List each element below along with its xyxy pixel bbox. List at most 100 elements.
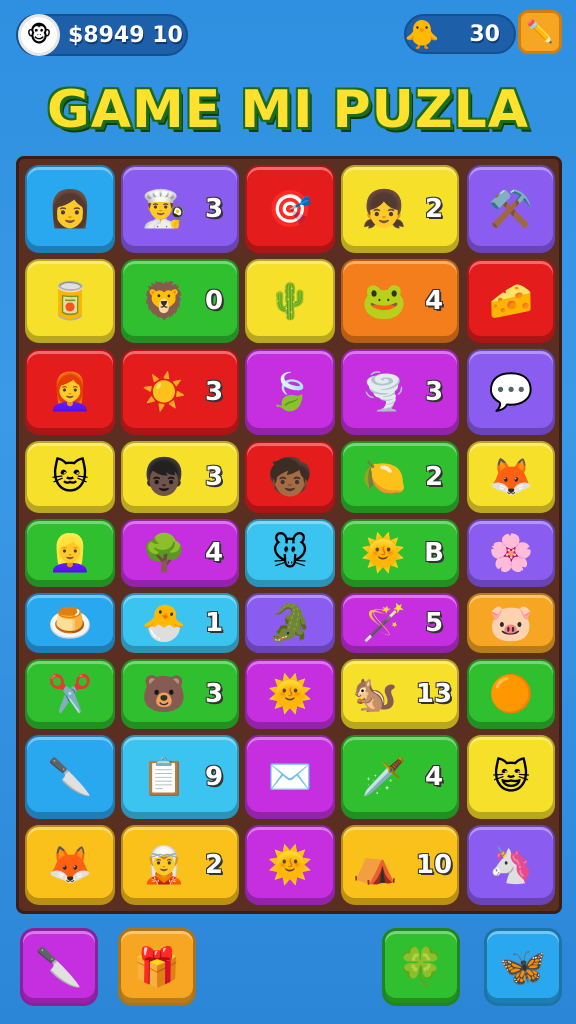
tile-count: 3 [204,679,224,709]
chef-icon: 👨‍🍳 [141,189,187,230]
girl-icon: 👧 [361,189,407,230]
tile-r3-c5[interactable]: 💬 [467,349,555,435]
tile-r8-c2[interactable]: 📋 9 [121,735,239,819]
orange-monster-icon: 🦁 [141,281,187,322]
tile-r9-c5[interactable]: 🦄 [467,825,555,905]
tile-r9-c1[interactable]: 🦊 [25,825,115,905]
arrow-target-icon: 🎯 [267,189,313,230]
coin-counter[interactable]: 🐵 $8949 10 [16,14,188,56]
leaf-icon: 🍃 [267,372,313,413]
tile-r4-c4[interactable]: 🍋 2 [341,441,459,513]
tile-count: 13 [415,679,453,709]
tile-r9-c4[interactable]: ⛺ 10 [341,825,459,905]
tile-r1-c5[interactable]: ⚒️ [467,165,555,253]
tile-r4-c2[interactable]: 👦🏿 3 [121,441,239,513]
tile-r2-c5[interactable]: 🧀 [467,259,555,343]
tile-r2-c4[interactable]: 🐸 4 [341,259,459,343]
tile-count: 4 [424,286,444,316]
energy-counter[interactable]: 🐥 30 [404,14,516,54]
tile-r5-c4[interactable]: 🌞 B [341,519,459,587]
tile-r8-c3[interactable]: ✉️ [245,735,335,819]
tile-r3-c1[interactable]: 👩‍🦰 [25,349,115,435]
tile-count: 0 [204,286,224,316]
tile-r9-c3[interactable]: 🌞 [245,825,335,905]
tile-r1-c3[interactable]: 🎯 [245,165,335,253]
tile-count: 3 [204,462,224,492]
tile-r7-c3[interactable]: 🌞 [245,659,335,729]
tile-r2-c3[interactable]: 🌵 [245,259,335,343]
wrapped-gift-button[interactable]: 🎁 [118,928,196,1006]
pencil-button[interactable]: ✏️ [518,10,562,54]
red-flower-icon: 🌸 [488,533,534,574]
tile-r6-c1[interactable]: 🍮 [25,593,115,653]
tile-r7-c5[interactable]: 🟠 [467,659,555,729]
face-icon: 🐵 [18,14,60,56]
tile-count: 3 [424,377,444,407]
puzzle-board: 👩 👨‍🍳 3 🎯 👧 2 ⚒️ 🥫 🦁 0 🌵 🐸 4 🧀 👩‍🦰 ☀️ 3 🍃 🌪️ 3 💬 🐱 👦🏿 3 🧒🏾 🍋 2 🦊 👱‍♀… [16,156,562,914]
tile-r5-c2[interactable]: 🌳 4 [121,519,239,587]
tile-r9-c2[interactable]: 🧝 2 [121,825,239,905]
tile-count: B [424,538,444,568]
tile-count: 4 [204,538,224,568]
pudding-icon: 🍮 [47,603,93,644]
green-spiky-icon: 🌵 [267,281,313,322]
tile-r5-c3[interactable]: 🐭 [245,519,335,587]
energy-value: 30 [469,22,500,47]
tile-count: 2 [424,194,444,224]
tile-r6-c5[interactable]: 🐷 [467,593,555,653]
brown-bear-icon: 🐻 [141,674,187,715]
orange-sun-icon: 🌞 [267,674,313,715]
tile-r8-c4[interactable]: 🗡️ 4 [341,735,459,819]
tile-r8-c5[interactable]: 😺 [467,735,555,819]
tile-r6-c3[interactable]: 🐊 [245,593,335,653]
coin-value: $8949 10 [68,23,183,48]
tree-stump-icon: 🌳 [141,533,187,574]
tile-r3-c3[interactable]: 🍃 [245,349,335,435]
tile-r1-c4[interactable]: 👧 2 [341,165,459,253]
blade-button[interactable]: 🔪 [20,928,98,1006]
red-cat-icon: 😺 [492,756,530,798]
tile-r3-c4[interactable]: 🌪️ 3 [341,349,459,435]
tile-count: 5 [424,608,444,638]
tile-r2-c2[interactable]: 🦁 0 [121,259,239,343]
squirrel-icon: 🐿️ [352,674,398,715]
tile-r1-c1[interactable]: 👩 [25,165,115,253]
chick-icon: 🐥 [404,17,440,51]
tile-r7-c1[interactable]: ✂️ [25,659,115,729]
tile-r6-c4[interactable]: 🪄 5 [341,593,459,653]
tile-r8-c1[interactable]: 🔪 [25,735,115,819]
tile-r4-c3[interactable]: 🧒🏾 [245,441,335,513]
tools-icon: ⚒️ [488,189,534,230]
pink-cat-icon: 🐱 [51,456,89,498]
mouse-face-icon: 🐭 [271,532,309,574]
red-sun-icon: ☀️ [141,372,187,413]
white-unicorn-icon: 🦄 [488,845,534,886]
tile-r7-c2[interactable]: 🐻 3 [121,659,239,729]
tornado-icon: 🌪️ [361,372,407,413]
clover-button[interactable]: 🍀 [382,928,460,1006]
tile-r5-c1[interactable]: 👱‍♀️ [25,519,115,587]
green-lizard-icon: 🐊 [267,603,313,644]
top-bar: 🐵 $8949 10 🐥 30 ✏️ [0,0,576,70]
blade-icon: 🔪 [35,944,83,989]
tile-r4-c5[interactable]: 🦊 [467,441,555,513]
butterfly-button[interactable]: 🦋 [484,928,562,1006]
tile-r4-c1[interactable]: 🐱 [25,441,115,513]
pencil-icon: ✏️ [526,19,554,45]
wand-icon: 🪄 [361,603,407,644]
tile-r3-c2[interactable]: ☀️ 3 [121,349,239,435]
chick-baby-icon: 🐣 [141,603,187,644]
dark-hair-kid-icon: 👦🏿 [141,457,187,498]
tile-r1-c2[interactable]: 👨‍🍳 3 [121,165,239,253]
tile-count: 3 [204,194,224,224]
tile-r6-c2[interactable]: 🐣 1 [121,593,239,653]
tile-r5-c5[interactable]: 🌸 [467,519,555,587]
envelope-icon: ✉️ [267,757,313,798]
tile-count: 3 [204,377,224,407]
tile-r7-c4[interactable]: 🐿️ 13 [341,659,459,729]
tile-count: 9 [204,762,224,792]
yellow-block-icon: 🧀 [488,281,534,322]
butterfly-icon: 🦋 [499,944,547,989]
tile-r2-c1[interactable]: 🥫 [25,259,115,343]
tent-icon: ⛺ [352,845,398,886]
